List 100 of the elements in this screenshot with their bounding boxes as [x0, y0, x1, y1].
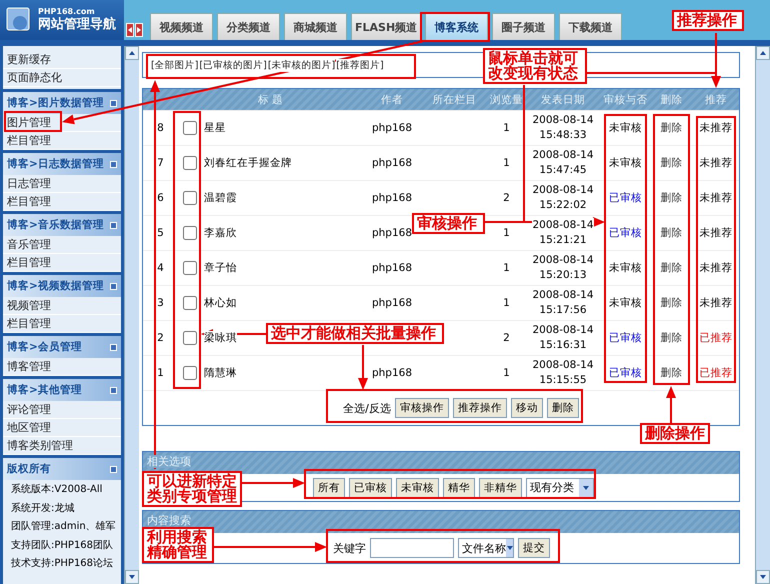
recommend-link[interactable]: 未推荐: [700, 226, 732, 240]
field-select[interactable]: 文件名称: [458, 538, 514, 558]
views-cell: 1: [503, 297, 510, 309]
down-arrow-icon[interactable]: [760, 574, 766, 580]
collapse-icon[interactable]: [110, 344, 117, 350]
row-checkbox[interactable]: [183, 331, 197, 345]
down-arrow-icon[interactable]: [583, 484, 589, 490]
sidebar-item[interactable]: 栏目管理: [3, 254, 121, 272]
scroll-right-button[interactable]: [135, 23, 143, 37]
delete-link[interactable]: 删除: [660, 296, 682, 310]
sidebar-item[interactable]: 页面静态化: [3, 69, 121, 87]
row-checkbox[interactable]: [183, 226, 197, 240]
collapse-icon[interactable]: [110, 100, 117, 106]
sidebar-item[interactable]: 音乐管理: [3, 236, 121, 254]
up-arrow-icon[interactable]: [760, 50, 766, 56]
filter-link[interactable]: [全部图片]: [151, 58, 198, 72]
channel-tab[interactable]: 博客系统: [425, 13, 488, 40]
sidebar-item[interactable]: 博客类别管理: [3, 437, 121, 455]
approval-link[interactable]: 已审核: [609, 366, 642, 380]
action-button[interactable]: 删除: [546, 398, 579, 418]
filter-button[interactable]: 非精华: [479, 478, 522, 498]
column-header: 审核与否: [602, 92, 648, 106]
approval-link[interactable]: 未审核: [609, 156, 642, 170]
action-button[interactable]: 审核操作: [394, 398, 449, 418]
collapse-icon[interactable]: [110, 386, 117, 394]
action-button[interactable]: 推荐操作: [452, 398, 507, 418]
filter-button[interactable]: 精华: [443, 478, 475, 498]
right-arrow-icon[interactable]: [136, 27, 142, 33]
filter-button[interactable]: 已审核: [349, 478, 392, 498]
group-header[interactable]: 版权所有: [3, 458, 121, 480]
arrow: [358, 345, 368, 390]
row-checkbox[interactable]: [183, 156, 197, 170]
delete-link[interactable]: 删除: [660, 121, 682, 135]
up-arrow-icon[interactable]: [129, 50, 135, 56]
info-line: 支持团队:PHP168团队: [10, 538, 114, 552]
row-checkbox[interactable]: [183, 296, 197, 310]
sidebar-item[interactable]: 视频管理: [3, 297, 121, 315]
collapse-icon[interactable]: [110, 222, 117, 228]
submit-button[interactable]: 提交: [518, 538, 550, 558]
delete-link[interactable]: 删除: [660, 331, 682, 345]
row-checkbox[interactable]: [183, 191, 197, 205]
filter-button[interactable]: 所有: [313, 478, 345, 498]
delete-link[interactable]: 删除: [660, 261, 682, 275]
recommend-link[interactable]: 已推荐: [700, 331, 732, 345]
channel-tab[interactable]: 圈子频道: [492, 13, 556, 40]
channel-tab[interactable]: 视频频道: [150, 13, 213, 40]
sidebar-item[interactable]: 更新缓存: [3, 51, 121, 69]
delete-link[interactable]: 删除: [660, 156, 682, 170]
keyword-field[interactable]: [370, 538, 454, 558]
channel-tab[interactable]: FLASH频道: [351, 13, 422, 40]
recommend-link[interactable]: 未推荐: [700, 296, 732, 310]
recommend-link[interactable]: 已推荐: [700, 366, 732, 380]
approval-link[interactable]: 已审核: [609, 331, 642, 345]
delete-link[interactable]: 删除: [660, 226, 682, 240]
down-arrow-icon[interactable]: [129, 574, 135, 580]
channel-tab[interactable]: 分类频道: [217, 13, 280, 40]
scroll-left-button[interactable]: [126, 23, 134, 37]
channel-tab[interactable]: 商城频道: [284, 13, 347, 40]
channel-tab[interactable]: 下载频道: [559, 13, 622, 40]
approval-link[interactable]: 已审核: [609, 191, 642, 205]
sidebar-item[interactable]: 栏目管理: [3, 132, 121, 150]
sidebar-item[interactable]: 评论管理: [3, 401, 121, 419]
delete-link[interactable]: 删除: [660, 191, 682, 205]
filter-link[interactable]: [已审核的图片]: [199, 58, 267, 72]
row-checkbox[interactable]: [183, 366, 197, 380]
group-header[interactable]: 博客>图片数据管理: [3, 92, 121, 114]
collapse-icon[interactable]: [110, 466, 117, 472]
row-checkbox[interactable]: [183, 121, 197, 135]
scrollbar[interactable]: [755, 46, 770, 584]
sidebar-item[interactable]: 博客管理: [3, 358, 121, 376]
approval-link[interactable]: 未审核: [609, 121, 642, 135]
row-checkbox[interactable]: [183, 261, 197, 275]
select-all-link[interactable]: 全选/反选: [343, 400, 391, 416]
approval-link[interactable]: 未审核: [609, 296, 642, 310]
filter-link[interactable]: [未审核的图片]: [268, 58, 336, 72]
scrollbar[interactable]: [124, 46, 139, 584]
filter-button[interactable]: 未审核: [396, 478, 439, 498]
group-header[interactable]: 博客>音乐数据管理: [3, 214, 121, 236]
filter-link[interactable]: [推荐图片]: [336, 58, 384, 72]
delete-link[interactable]: 删除: [660, 366, 682, 380]
category-select[interactable]: 现有分类: [526, 478, 594, 498]
approval-link[interactable]: 已审核: [609, 226, 642, 240]
group-header[interactable]: 博客>其他管理: [3, 379, 121, 401]
collapse-icon[interactable]: [110, 282, 117, 290]
recommend-link[interactable]: 未推荐: [700, 261, 732, 275]
approval-link[interactable]: 未审核: [609, 261, 642, 275]
action-button[interactable]: 移动: [510, 398, 543, 418]
recommend-link[interactable]: 未推荐: [700, 121, 732, 135]
recommend-link[interactable]: 未推荐: [700, 191, 732, 205]
sidebar-item[interactable]: 地区管理: [3, 419, 121, 437]
sidebar-item[interactable]: 日志管理: [3, 175, 121, 193]
sidebar-item[interactable]: 栏目管理: [3, 315, 121, 333]
group-header[interactable]: 博客>视频数据管理: [3, 275, 121, 297]
left-arrow-icon[interactable]: [127, 27, 133, 33]
group-header[interactable]: 博客>会员管理: [3, 336, 121, 358]
sidebar-item[interactable]: 栏目管理: [3, 193, 121, 211]
recommend-link[interactable]: 未推荐: [700, 156, 732, 170]
down-arrow-icon[interactable]: [506, 545, 512, 551]
collapse-icon[interactable]: [110, 160, 117, 168]
group-header[interactable]: 博客>日志数据管理: [3, 153, 121, 175]
